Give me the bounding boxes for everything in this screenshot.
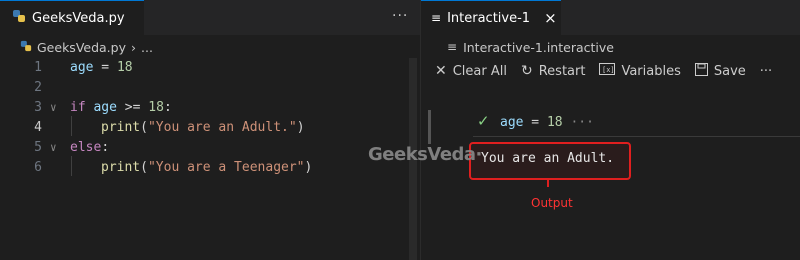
- close-icon[interactable]: ×: [544, 9, 557, 27]
- tab-label: GeeksVeda.py: [32, 10, 125, 26]
- output-pointer: [547, 180, 549, 187]
- save-icon: [694, 62, 708, 80]
- line-number: 3: [34, 100, 42, 115]
- cell-output: You are an Adult.: [469, 142, 631, 180]
- line-number: 1: [34, 60, 42, 75]
- fold-chevron-icon[interactable]: ∨: [50, 138, 57, 158]
- token-var: age: [70, 60, 94, 75]
- code-line: 1 age = 18: [0, 58, 420, 78]
- variables-icon: [x]: [599, 63, 616, 79]
- success-check-icon: ✓: [477, 112, 490, 130]
- code-line: 3 ∨ if age >= 18:: [0, 98, 420, 118]
- editor-sash[interactable]: [428, 110, 431, 144]
- editor-more-actions-icon[interactable]: ···: [392, 8, 408, 24]
- tab-interactive-1[interactable]: ≡ Interactive-1 ×: [421, 0, 561, 35]
- variables-button[interactable]: [x] Variables: [599, 63, 681, 79]
- editor-tabbar: GeeksVeda.py ···: [0, 0, 420, 35]
- code-line: 4 print("You are an Adult."): [0, 118, 420, 138]
- restart-icon: ↻: [520, 63, 533, 79]
- close-icon: ✕: [435, 63, 447, 79]
- fold-chevron-icon[interactable]: ∨: [50, 98, 57, 118]
- interactive-toolbar: ✕ Clear All ↻ Restart [x] Variables Save…: [421, 60, 772, 82]
- editor-pane: GeeksVeda.py ··· GeeksVeda.py › ... 1 ag…: [0, 0, 420, 260]
- line-number: 6: [34, 160, 42, 175]
- line-number: 2: [34, 80, 42, 95]
- code-editor[interactable]: 1 age = 18 2 3 ∨ if age >= 18: 4 print("…: [0, 58, 420, 198]
- breadcrumb-python-icon: [20, 40, 32, 55]
- code-line: 5 ∨ else:: [0, 138, 420, 158]
- output-annotation-label: Output: [531, 196, 573, 210]
- watermark-logo: GeeksVeda·: [368, 144, 482, 165]
- toolbar-more-icon[interactable]: ···: [760, 64, 772, 79]
- interactive-window-icon: ≡: [431, 11, 442, 25]
- clear-all-button[interactable]: ✕ Clear All: [435, 63, 507, 79]
- code-line: 2: [0, 78, 420, 98]
- line-number: 5: [34, 140, 42, 155]
- breadcrumb-file[interactable]: Interactive-1.interactive: [463, 40, 614, 55]
- breadcrumb: GeeksVeda.py › ...: [20, 36, 153, 58]
- python-file-icon: [12, 9, 26, 27]
- line-number: 4: [34, 120, 42, 135]
- interactive-tabbar: ≡ Interactive-1 ×: [421, 0, 800, 35]
- restart-button[interactable]: ↻ Restart: [521, 63, 585, 79]
- interactive-breadcrumb: ≡ Interactive-1.interactive: [447, 36, 614, 58]
- code-line: 6 print("You are a Teenager"): [0, 158, 420, 178]
- cell-code: age = 18 ···: [500, 115, 594, 130]
- interactive-window-icon: ≡: [447, 40, 458, 54]
- save-button[interactable]: Save: [694, 62, 746, 80]
- tab-geeksveda-py[interactable]: GeeksVeda.py: [0, 0, 144, 35]
- breadcrumb-file[interactable]: GeeksVeda.py: [37, 40, 126, 55]
- tab-label: Interactive-1: [447, 10, 531, 26]
- interactive-pane: ≡ Interactive-1 × ≡ Interactive-1.intera…: [421, 0, 800, 260]
- breadcrumb-rest[interactable]: ...: [141, 40, 153, 55]
- svg-text:[x]: [x]: [602, 66, 615, 74]
- breadcrumb-separator: ›: [131, 39, 136, 55]
